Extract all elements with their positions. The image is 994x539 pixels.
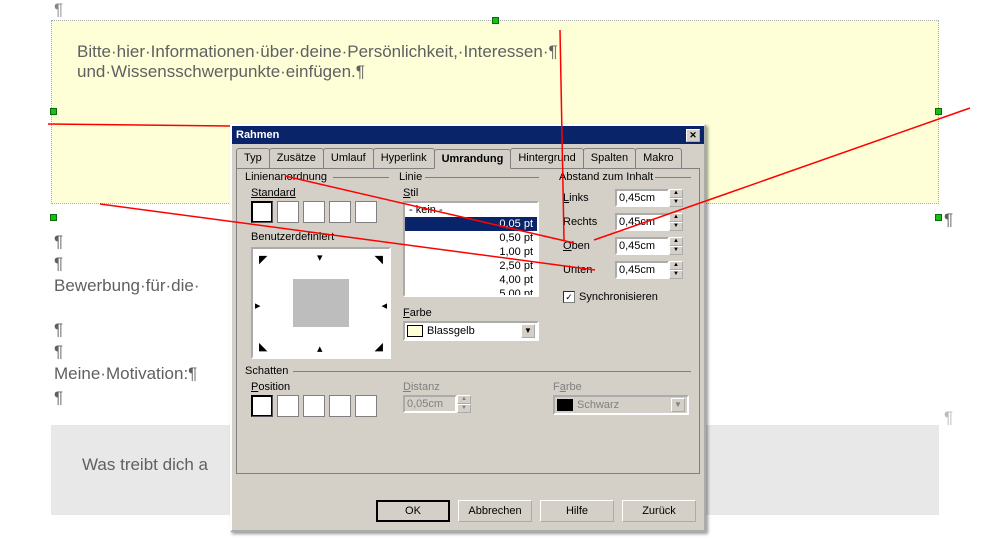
resize-handle[interactable] [935,214,942,221]
border-preset-shadow[interactable] [303,201,325,223]
tab-hintergrund[interactable]: Hintergrund [510,148,583,168]
back-button[interactable]: Zurück [622,500,696,522]
help-button[interactable]: Hilfe [540,500,614,522]
shadow-none[interactable] [251,395,273,417]
body-text: Meine·Motivation:¶ [54,364,197,384]
label-rechts: Rechts [563,216,615,228]
group-linie: Linie [397,171,424,183]
paragraph-mark: ¶ [54,388,63,408]
tab-panel-umrandung: Linienanordnung Standard Benutzerdefinie… [236,168,700,474]
dialog-title: Rahmen [236,129,279,141]
label-unten: Unten [563,264,615,276]
group-abstand: Abstand zum Inhalt [557,171,655,183]
label-benutzerdefiniert: Benutzerdefiniert [251,231,334,243]
shadow-bl[interactable] [329,395,351,417]
paragraph-mark: ¶ [944,210,953,230]
ok-button[interactable]: OK [376,500,450,522]
label-farbe: Farbe [403,307,432,319]
tab-spalten[interactable]: Spalten [583,148,636,168]
group-linienanordnung: Linienanordnung [243,171,329,183]
resize-handle[interactable] [50,108,57,115]
dialog-titlebar[interactable]: Rahmen ✕ [232,126,704,144]
frame-text: Bitte·hier·Informationen·über·deine·Pers… [77,42,558,82]
tab-umlauf[interactable]: Umlauf [323,148,374,168]
line-color-combo[interactable]: Blassgelb▼ [403,321,539,341]
spacing-bottom[interactable]: ▲▼ [615,261,683,279]
paragraph-mark: ¶ [54,342,63,362]
label-links: Links [563,192,615,204]
border-preset-all[interactable] [329,201,351,223]
spacing-right[interactable]: ▲▼ [615,213,683,231]
label-stil: Stil [403,187,418,199]
paragraph-mark: ¶ [54,0,63,20]
spacing-left[interactable]: ▲▼ [615,189,683,207]
resize-handle[interactable] [50,214,57,221]
grey-text: Was treibt dich a [82,455,208,475]
border-preset-none[interactable] [251,201,273,223]
border-preset-box[interactable] [277,201,299,223]
label-distanz: Distanz [403,381,440,393]
border-preset-outer[interactable] [355,201,377,223]
body-text: Bewerbung·für·die· [54,276,200,296]
close-button[interactable]: ✕ [686,129,700,142]
cancel-button[interactable]: Abbrechen [458,500,532,522]
shadow-color-combo: Schwarz▼ [553,395,689,415]
label-standard: Standard [251,187,296,199]
spacing-top[interactable]: ▲▼ [615,237,683,255]
label-oben: Oben [563,240,615,252]
line-style-list[interactable]: - kein - 0,05 pt 0,50 pt 1,00 pt 2,50 pt… [403,201,539,297]
dialog-buttons: OK Abbrechen Hilfe Zurück [376,500,696,522]
tab-bar: Typ Zusätze Umlauf Hyperlink Umrandung H… [236,148,700,168]
tab-hyperlink[interactable]: Hyperlink [373,148,435,168]
tab-umrandung[interactable]: Umrandung [434,149,512,169]
paragraph-mark: ¶ [944,408,953,428]
label-position: Position [251,381,290,393]
frame-dialog: Rahmen ✕ Typ Zusätze Umlauf Hyperlink Um… [230,124,706,532]
tab-typ[interactable]: Typ [236,148,270,168]
label-shadow-farbe: Farbe [553,381,582,393]
paragraph-mark: ¶ [54,232,63,252]
group-schatten: Schatten [243,365,290,377]
resize-handle[interactable] [935,108,942,115]
sync-checkbox[interactable]: ✓Synchronisieren [563,291,658,303]
paragraph-mark: ¶ [54,320,63,340]
shadow-tr[interactable] [303,395,325,417]
shadow-distance: ▲▼ [403,395,471,413]
tab-makro[interactable]: Makro [635,148,682,168]
shadow-tl[interactable] [277,395,299,417]
resize-handle[interactable] [492,17,499,24]
shadow-br[interactable] [355,395,377,417]
paragraph-mark: ¶ [54,254,63,274]
tab-zusatze[interactable]: Zusätze [269,148,324,168]
border-preview[interactable]: ◤ ◥ ◣ ◢ ▾ ▴ ▸ ◂ [251,247,391,359]
